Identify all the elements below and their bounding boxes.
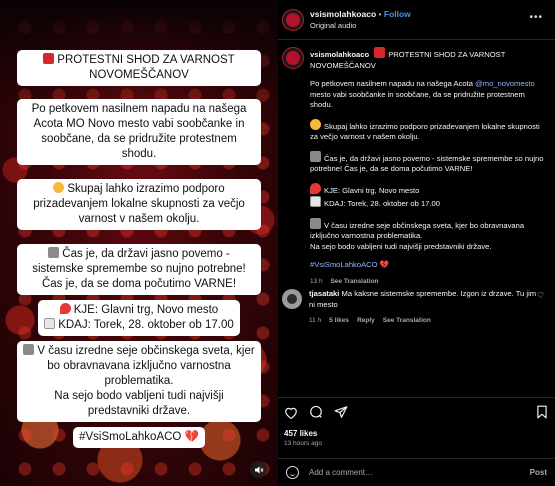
- broken-heart-icon: 💔: [379, 260, 390, 269]
- more-options-icon[interactable]: •••: [529, 12, 543, 23]
- media-text-stack: PROTESTNI SHOD ZA VARNOST NOVOMEŠČANOV P…: [0, 50, 278, 453]
- media-card-demand: Čas je, da državi jasno povemo - sistems…: [17, 244, 261, 295]
- caption-text: mesto vabi soobčanke in soobčane, da se …: [310, 89, 525, 110]
- media-card-support: Skupaj lahko izrazimo podporo prizadevan…: [17, 179, 261, 230]
- emoji-icon[interactable]: [286, 466, 299, 479]
- media-card-title: PROTESTNI SHOD ZA VARNOST NOVOMEŠČANOV: [17, 50, 261, 86]
- stop-sign-icon: [374, 47, 386, 58]
- media-card-where-when: KJE: Glavni trg, Novo mesto KDAJ: Torek,…: [38, 300, 240, 336]
- pin-icon: [59, 303, 71, 314]
- post-media[interactable]: PROTESTNI SHOD ZA VARNOST NOVOMEŠČANOV P…: [0, 0, 278, 486]
- caption-text: Skupaj lahko izrazimo podporo prizadevan…: [310, 121, 540, 142]
- see-translation-link[interactable]: See Translation: [330, 278, 378, 285]
- pin-icon: [310, 182, 321, 194]
- building-icon: [23, 344, 35, 355]
- fist-icon: [310, 118, 321, 130]
- stop-sign-icon: [43, 53, 55, 64]
- comment-username[interactable]: tjasataki: [309, 289, 339, 298]
- caption-location: KJE: Glavni trg, Novo mesto: [324, 185, 420, 195]
- caption-age: 13 h: [310, 277, 323, 285]
- comment-age: 11 h: [309, 317, 322, 324]
- caption-text: Po petkovem nasilnem napadu na našega Ac…: [310, 79, 476, 88]
- comment-input[interactable]: Add a comment…: [309, 468, 530, 477]
- share-icon[interactable]: [334, 405, 348, 419]
- media-card-hashtag: #VsiSmoLahkoACO 💔: [73, 427, 205, 448]
- avatar[interactable]: [282, 8, 304, 31]
- megaphone-icon: [48, 247, 60, 258]
- comment-like-icon[interactable]: ♡: [537, 291, 544, 300]
- comment-text: Ma kaksne sistemske spremembe. Izgon iz …: [309, 289, 537, 309]
- post-header: vsismolahkoaco • Follow Original audio •…: [278, 0, 555, 40]
- caption-text: Čas je, da državi jasno povemo - sistems…: [310, 153, 544, 174]
- comment-see-translation[interactable]: See Translation: [383, 316, 431, 327]
- post-caption: vsismolahkoaco PROTESTNI SHOD ZA VARNOST…: [282, 47, 548, 287]
- header-username[interactable]: vsismolahkoaco: [310, 9, 376, 19]
- comment-icon[interactable]: [309, 405, 323, 419]
- calendar-icon: [44, 318, 56, 329]
- caption-username[interactable]: vsismolahkoaco: [310, 50, 369, 59]
- likes-count[interactable]: 457 likes: [284, 429, 549, 438]
- post-button[interactable]: Post: [530, 468, 547, 477]
- fist-icon: [53, 182, 65, 193]
- hashtag-link[interactable]: #VsiSmoLahkoACO: [310, 260, 378, 269]
- comment-avatar[interactable]: [282, 289, 302, 309]
- mention-link[interactable]: @mo_novomesto: [475, 79, 535, 88]
- megaphone-icon: [310, 150, 321, 162]
- post-time: 13 hours ago: [284, 440, 322, 447]
- bookmark-icon[interactable]: [535, 405, 549, 419]
- calendar-icon: [310, 196, 321, 207]
- original-audio-link[interactable]: Original audio: [310, 21, 411, 30]
- caption-text: Na sejo bodo vabljeni tudi najvišji pred…: [310, 241, 492, 251]
- post-actions: 457 likes 13 hours ago: [278, 397, 555, 447]
- caption-text: V času izredne seje občinskega sveta, kj…: [310, 220, 525, 241]
- media-card-session: V času izredne seje občinskega sveta, kj…: [17, 341, 261, 422]
- dot-separator: •: [378, 9, 382, 19]
- comment-likes[interactable]: 5 likes: [329, 316, 349, 327]
- reply-button[interactable]: Reply: [357, 316, 375, 327]
- like-icon[interactable]: [284, 405, 298, 419]
- caption-date: KDAJ: Torek, 28. oktober ob 17.00: [324, 199, 440, 208]
- caption-avatar[interactable]: [282, 47, 304, 69]
- post-panel: vsismolahkoaco • Follow Original audio •…: [278, 0, 555, 486]
- comment-composer: Add a comment… Post: [278, 458, 555, 486]
- follow-button[interactable]: Follow: [384, 9, 411, 19]
- mute-icon[interactable]: [250, 461, 267, 478]
- building-icon: [310, 217, 321, 229]
- media-card-intro: Po petkovem nasilnem napadu na našega Ac…: [17, 99, 261, 165]
- comment-item: tjasataki Ma kaksne sistemske spremembe.…: [282, 289, 550, 327]
